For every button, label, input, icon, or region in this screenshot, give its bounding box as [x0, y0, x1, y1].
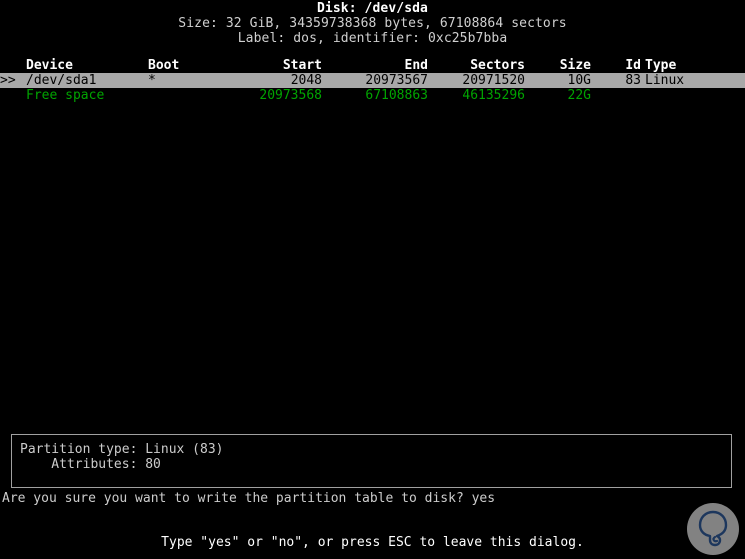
partition-info-box: Partition type: Linux (83) Attributes: 8…: [11, 434, 732, 488]
column-header-marker: [0, 58, 24, 73]
row-end: 67108863: [365, 88, 428, 103]
row-sectors: 20971520: [462, 73, 525, 88]
column-header-size[interactable]: Size: [527, 58, 591, 73]
row-end: 20973567: [365, 73, 428, 88]
row-start: 20973568: [259, 88, 322, 103]
row-boot-flag: *: [148, 73, 156, 88]
column-header-device[interactable]: Device: [26, 58, 144, 73]
column-header-boot[interactable]: Boot: [148, 58, 208, 73]
dialog-hint-text: Type "yes" or "no", or press ESC to leav…: [161, 535, 584, 550]
row-type: Linux: [645, 73, 685, 88]
disk-size-line: Size: 32 GiB, 34359738368 bytes, 6710886…: [178, 16, 567, 31]
row-device: Free space: [26, 88, 105, 103]
row-size: 10G: [567, 73, 591, 88]
column-header-id[interactable]: Id: [593, 58, 641, 73]
table-header-row: Device Boot Start End Sectors Size Id Ty…: [0, 58, 745, 73]
partition-table: Device Boot Start End Sectors Size Id Ty…: [0, 58, 745, 103]
row-selection-marker: [0, 88, 24, 103]
disk-title: Disk: /dev/sda: [317, 1, 428, 16]
partition-attributes-text: Attributes: 80: [20, 457, 161, 472]
partition-type-text: Partition type: Linux (83): [20, 442, 224, 457]
row-start: 2048: [290, 73, 322, 88]
disk-header-block: Disk: /dev/sda Size: 32 GiB, 34359738368…: [0, 0, 745, 46]
row-sectors: 46135296: [462, 88, 525, 103]
table-row[interactable]: Free space 20973568 67108863 46135296 22…: [0, 88, 745, 103]
q-glyph-icon: [698, 510, 728, 547]
column-header-end[interactable]: End: [326, 58, 428, 73]
column-header-type[interactable]: Type: [645, 58, 741, 73]
column-header-start[interactable]: Start: [208, 58, 322, 73]
row-device: /dev/sda1: [26, 73, 97, 88]
row-id: [593, 88, 641, 103]
row-boot-flag: [148, 88, 208, 103]
q-logo-watermark: [687, 503, 739, 555]
column-header-sectors[interactable]: Sectors: [430, 58, 525, 73]
table-row[interactable]: >> /dev/sda1 * 2048 20973567 20971520 10…: [0, 73, 745, 88]
row-type: [645, 88, 741, 103]
disk-label-line: Label: dos, identifier: 0xc25b7bba: [237, 31, 508, 46]
row-selection-marker: >>: [0, 73, 16, 88]
row-id: 83: [625, 73, 641, 88]
write-confirm-prompt[interactable]: Are you sure you want to write the parti…: [2, 491, 495, 506]
row-size: 22G: [567, 88, 591, 103]
